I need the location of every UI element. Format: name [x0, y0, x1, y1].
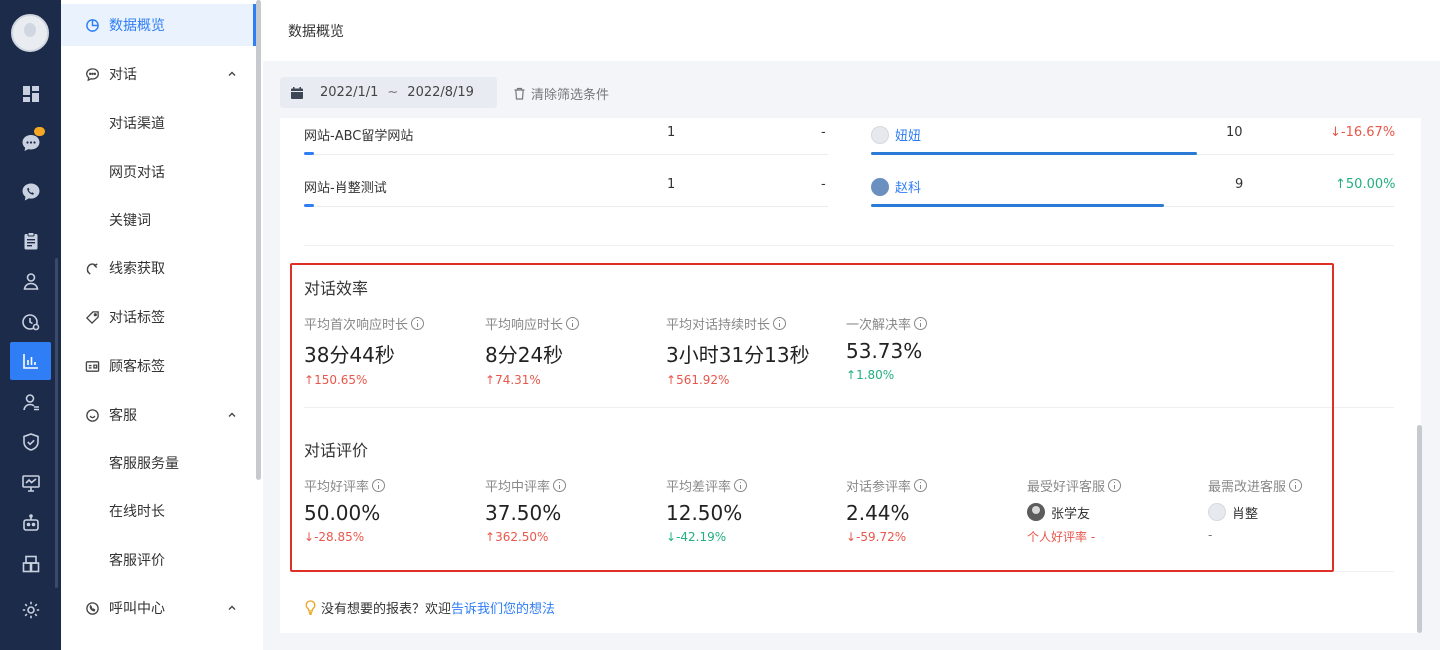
agent-change: ↓-16.67%	[1330, 125, 1396, 140]
page-header: 数据概览	[263, 0, 1440, 61]
nav-item-agent-volume[interactable]: 客服服务量	[61, 442, 256, 484]
trash-icon	[514, 87, 525, 100]
dashboard-icon[interactable]	[10, 75, 51, 113]
clipboard-icon[interactable]	[10, 222, 51, 260]
nav-group-conversation[interactable]: 对话	[61, 53, 256, 95]
channel-count: 1	[667, 125, 676, 140]
nav-item-label: 网页对话	[109, 165, 165, 181]
nav-item-keywords[interactable]: 关键词	[61, 199, 256, 241]
nav-item-agent-rating[interactable]: 客服评价	[61, 539, 256, 581]
chevron-up-icon	[228, 412, 236, 417]
agent-bar	[871, 204, 1164, 207]
nav-item-label: 对话标签	[109, 310, 165, 326]
nav-item-label: 客服评价	[109, 553, 165, 569]
nav-item-label: 数据概览	[109, 18, 165, 34]
nav-item-label: 关键词	[109, 213, 151, 229]
nav-group-call-center[interactable]: 呼叫中心	[61, 587, 256, 629]
contact-icon[interactable]	[10, 383, 51, 421]
robot-icon[interactable]	[10, 504, 51, 542]
feedback-prompt: 没有想要的报表？欢迎 告诉我们您的想法	[304, 598, 555, 617]
id-card-icon	[84, 358, 100, 374]
sub-navigation: 数据概览 对话 对话渠道 网页对话 关键词 线索获取 对话标签 顾客标签 客服 …	[61, 0, 263, 650]
nav-item-label: 呼叫中心	[109, 601, 165, 617]
agent-row[interactable]: 赵科	[871, 177, 921, 196]
nav-item-overview[interactable]: 数据概览	[61, 4, 256, 46]
chat-icon[interactable]	[10, 124, 51, 162]
agent-row[interactable]: 妞妞	[871, 125, 921, 144]
nav-item-online-time[interactable]: 在线时长	[61, 490, 256, 532]
highlight-annotation	[290, 263, 1334, 572]
pie-chart-icon	[84, 17, 100, 33]
stats-icon[interactable]	[10, 342, 51, 380]
section-divider	[304, 245, 1394, 246]
channel-bar-track	[304, 206, 828, 207]
start-date[interactable]: 2022/1/1	[320, 85, 378, 100]
agent-count: 9	[1235, 177, 1244, 192]
calendar-icon	[291, 86, 303, 99]
apps-icon[interactable]	[10, 545, 51, 583]
content-scrollbar[interactable]	[1417, 425, 1422, 633]
rail-scrollbar[interactable]	[55, 258, 58, 588]
channel-change: -	[821, 177, 826, 192]
monitor-icon[interactable]	[10, 464, 51, 502]
shield-icon[interactable]	[10, 423, 51, 461]
channel-bar	[304, 204, 314, 207]
channel-bar-track	[304, 154, 828, 155]
agent-name[interactable]: 赵科	[895, 181, 921, 196]
icon-rail	[0, 0, 61, 650]
notification-badge	[34, 127, 45, 136]
clear-filter-button[interactable]: 清除筛选条件	[513, 84, 609, 103]
feedback-link[interactable]: 告诉我们您的想法	[451, 598, 555, 617]
chevron-up-icon	[228, 605, 236, 610]
page-title: 数据概览	[288, 24, 344, 40]
nav-item-conversation-tags[interactable]: 对话标签	[61, 296, 256, 338]
nav-item-label: 客服服务量	[109, 456, 179, 472]
nav-item-conversation-channel[interactable]: 对话渠道	[61, 102, 256, 144]
channel-name: 网站-ABC留学网站	[304, 129, 414, 144]
nav-item-web-conversation[interactable]: 网页对话	[61, 151, 256, 193]
nav-item-label: 客服	[109, 408, 137, 424]
clock-icon[interactable]	[10, 303, 51, 341]
phone-icon[interactable]	[10, 173, 51, 211]
nav-item-customer-tags[interactable]: 顾客标签	[61, 345, 256, 387]
channel-change: -	[821, 125, 826, 140]
nav-item-label: 对话	[109, 67, 137, 83]
nav-group-agent[interactable]: 客服	[61, 394, 256, 436]
channel-count: 1	[667, 177, 676, 192]
clear-filter-label: 清除筛选条件	[531, 88, 610, 103]
user-avatar[interactable]	[11, 14, 49, 52]
channel-bar	[304, 152, 314, 155]
agent-bar	[871, 152, 1197, 155]
agent-icon	[84, 407, 100, 423]
end-date[interactable]: 2022/8/19	[407, 85, 474, 100]
nav-item-label: 线索获取	[109, 261, 165, 277]
lightbulb-icon	[305, 600, 316, 615]
agent-name[interactable]: 妞妞	[895, 129, 921, 144]
gear-icon[interactable]	[10, 591, 51, 629]
tag-icon	[84, 309, 100, 325]
nav-item-label: 对话渠道	[109, 116, 165, 132]
date-range-picker[interactable]: 2022/1/1 ~ 2022/8/19	[280, 77, 497, 108]
avatar	[871, 126, 889, 144]
feedback-text: 没有想要的报表？欢迎	[321, 602, 452, 617]
magnet-icon	[84, 260, 100, 276]
nav-item-label: 在线时长	[109, 504, 165, 520]
nav-item-label: 顾客标签	[109, 359, 165, 375]
phone-call-icon	[84, 600, 100, 616]
nav-item-lead-capture[interactable]: 线索获取	[61, 247, 256, 289]
agent-change: ↑50.00%	[1335, 177, 1396, 192]
user-icon[interactable]	[10, 262, 51, 300]
avatar	[871, 178, 889, 196]
chat-bubble-icon	[84, 66, 100, 82]
channel-name: 网站-肖整测试	[304, 181, 387, 196]
agent-count: 10	[1226, 125, 1243, 140]
date-separator: ~	[387, 85, 399, 100]
subnav-scrollbar[interactable]	[256, 0, 261, 480]
chevron-up-icon	[228, 71, 236, 76]
